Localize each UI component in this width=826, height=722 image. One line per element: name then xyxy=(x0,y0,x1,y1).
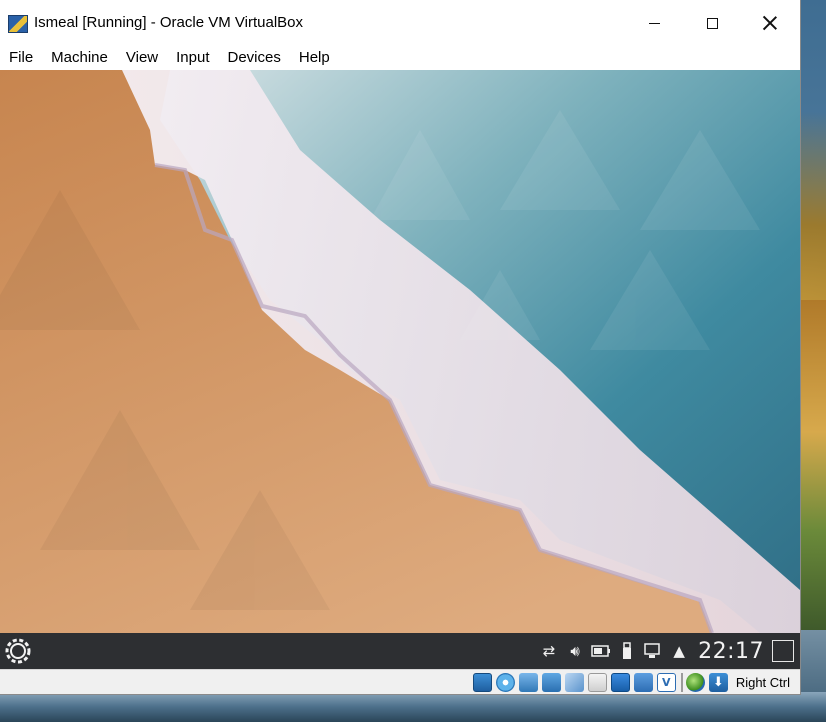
host-key-label[interactable]: Right Ctrl xyxy=(732,675,800,690)
audio-icon[interactable] xyxy=(518,672,538,692)
battery-icon[interactable] xyxy=(588,633,614,669)
kde-gear-icon xyxy=(5,638,31,664)
virtualbox-app-icon xyxy=(8,15,28,33)
optical-drive-icon[interactable] xyxy=(495,672,515,692)
guest-wallpaper xyxy=(0,70,800,633)
expand-tray-icon[interactable]: ▲ xyxy=(666,633,692,669)
shared-folders-icon[interactable] xyxy=(587,672,607,692)
hard-disk-icon[interactable] xyxy=(472,672,492,692)
application-launcher-button[interactable] xyxy=(4,637,32,665)
recording-icon[interactable] xyxy=(633,672,653,692)
mouse-integration-icon[interactable] xyxy=(685,672,705,692)
close-icon xyxy=(763,16,777,30)
guest-desktop[interactable] xyxy=(0,70,800,633)
clipboard-icon[interactable] xyxy=(640,633,666,669)
window-title: Ismeal [Running] - Oracle VM VirtualBox xyxy=(34,14,303,31)
menu-help[interactable]: Help xyxy=(290,47,339,69)
guest-taskbar: ⇄ 🔊︎ ▲ 22:17 xyxy=(0,633,800,669)
virtualbox-window: Ismeal [Running] - Oracle VM VirtualBox … xyxy=(0,0,800,694)
minimize-icon xyxy=(648,22,660,24)
close-button[interactable] xyxy=(741,0,799,46)
menu-input[interactable]: Input xyxy=(167,47,218,69)
title-bar[interactable]: Ismeal [Running] - Oracle VM VirtualBox xyxy=(0,0,800,46)
virtualbox-status-bar: V ⬇ Right Ctrl xyxy=(0,669,800,694)
maximize-icon xyxy=(706,17,718,29)
menu-view[interactable]: View xyxy=(117,47,167,69)
host-wallpaper-bottom xyxy=(0,692,826,722)
guest-clock[interactable]: 22:17 xyxy=(692,639,770,664)
show-desktop-button[interactable] xyxy=(772,640,794,662)
network-adapter-icon[interactable] xyxy=(541,672,561,692)
vtx-icon[interactable]: V xyxy=(656,672,676,692)
menu-devices[interactable]: Devices xyxy=(219,47,290,69)
status-separator xyxy=(680,672,683,692)
keyboard-capture-icon[interactable]: ⬇ xyxy=(708,672,728,692)
minimize-button[interactable] xyxy=(625,0,683,46)
maximize-button[interactable] xyxy=(683,0,741,46)
display-icon[interactable] xyxy=(610,672,630,692)
volume-icon[interactable]: 🔊︎ xyxy=(562,633,588,669)
menu-bar: File Machine View Input Devices Help xyxy=(0,46,800,70)
system-tray: ⇄ 🔊︎ ▲ 22:17 xyxy=(536,633,800,669)
network-icon[interactable]: ⇄ xyxy=(536,633,562,669)
menu-machine[interactable]: Machine xyxy=(42,47,117,69)
usb-icon[interactable] xyxy=(614,633,640,669)
usb-device-icon[interactable] xyxy=(564,672,584,692)
menu-file[interactable]: File xyxy=(0,47,42,69)
host-wallpaper-cliff xyxy=(800,300,826,630)
